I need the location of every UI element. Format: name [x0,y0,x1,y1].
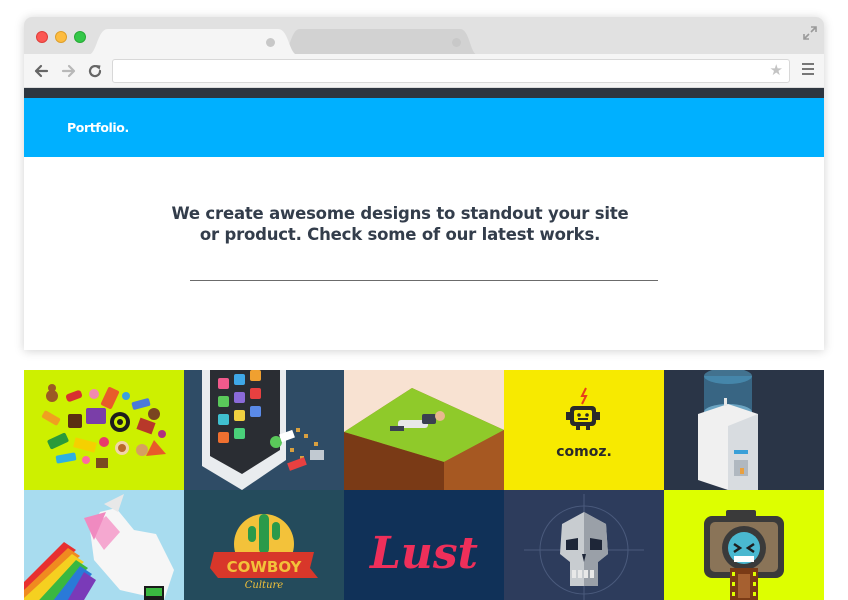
address-bar[interactable]: ★ [112,59,790,83]
arrow-left-icon [34,64,49,78]
divider [190,280,658,281]
portfolio-grid: comoz. COWBOY Culture Lust [24,370,824,600]
skull-illustration [504,490,664,600]
portfolio-item-cowboy[interactable]: COWBOY Culture [184,490,344,600]
portfolio-item-candy[interactable] [24,370,184,490]
portfolio-item-hill[interactable] [344,370,504,490]
intro-line-1: We create awesome designs to standout yo… [171,204,629,223]
back-button[interactable] [32,62,50,80]
minimize-window-button[interactable] [55,31,67,43]
comoz-illustration: comoz. [504,370,664,490]
phone-illustration [184,370,344,490]
browser-window: ★ Portfolio. [24,17,824,350]
arrow-right-icon [61,64,76,78]
logo[interactable]: Portfolio. [67,120,129,135]
candy-illustration [24,370,184,490]
top-strip [24,88,824,98]
lust-logo-text: Lust [368,528,478,579]
reload-button[interactable] [86,62,104,80]
close-window-button[interactable] [36,31,48,43]
water-cooler-illustration [664,370,824,490]
unicorn-illustration [24,490,184,600]
tab-active[interactable] [88,29,298,55]
hill-illustration [344,370,504,490]
browser-toolbar: ★ [24,54,824,88]
cowboy-culture-illustration: COWBOY Culture [184,490,344,600]
tab-inactive[interactable] [282,29,478,55]
cowboy-subtitle-text: Culture [245,580,284,591]
portfolio-item-cooler[interactable] [664,370,824,490]
address-input[interactable] [119,62,763,82]
expand-icon[interactable] [802,25,818,46]
maximize-window-button[interactable] [74,31,86,43]
portfolio-item-unicorn[interactable] [24,490,184,600]
window-controls [36,31,86,43]
intro-line-2: or product. Check some of our latest wor… [199,225,601,244]
comoz-logo-text: comoz. [556,444,612,460]
tab-close-dot[interactable] [452,38,461,47]
tab-close-dot[interactable] [266,38,275,47]
hamburger-menu-icon[interactable] [802,63,814,77]
portfolio-item-skull[interactable] [504,490,664,600]
cowboy-title-text: COWBOY [227,558,303,576]
portfolio-item-phone[interactable] [184,370,344,490]
site-header: Portfolio. [24,98,824,157]
camera-illustration [664,490,824,600]
tab-bar [24,17,824,55]
star-icon[interactable]: ★ [770,63,783,78]
portfolio-item-lust[interactable]: Lust [344,490,504,600]
lust-illustration: Lust [344,490,504,600]
forward-button[interactable] [60,62,78,80]
portfolio-item-comoz[interactable]: comoz. [504,370,664,490]
portfolio-item-camera[interactable] [664,490,824,600]
reload-icon [88,64,102,78]
intro-text: We create awesome designs to standout yo… [100,203,700,245]
